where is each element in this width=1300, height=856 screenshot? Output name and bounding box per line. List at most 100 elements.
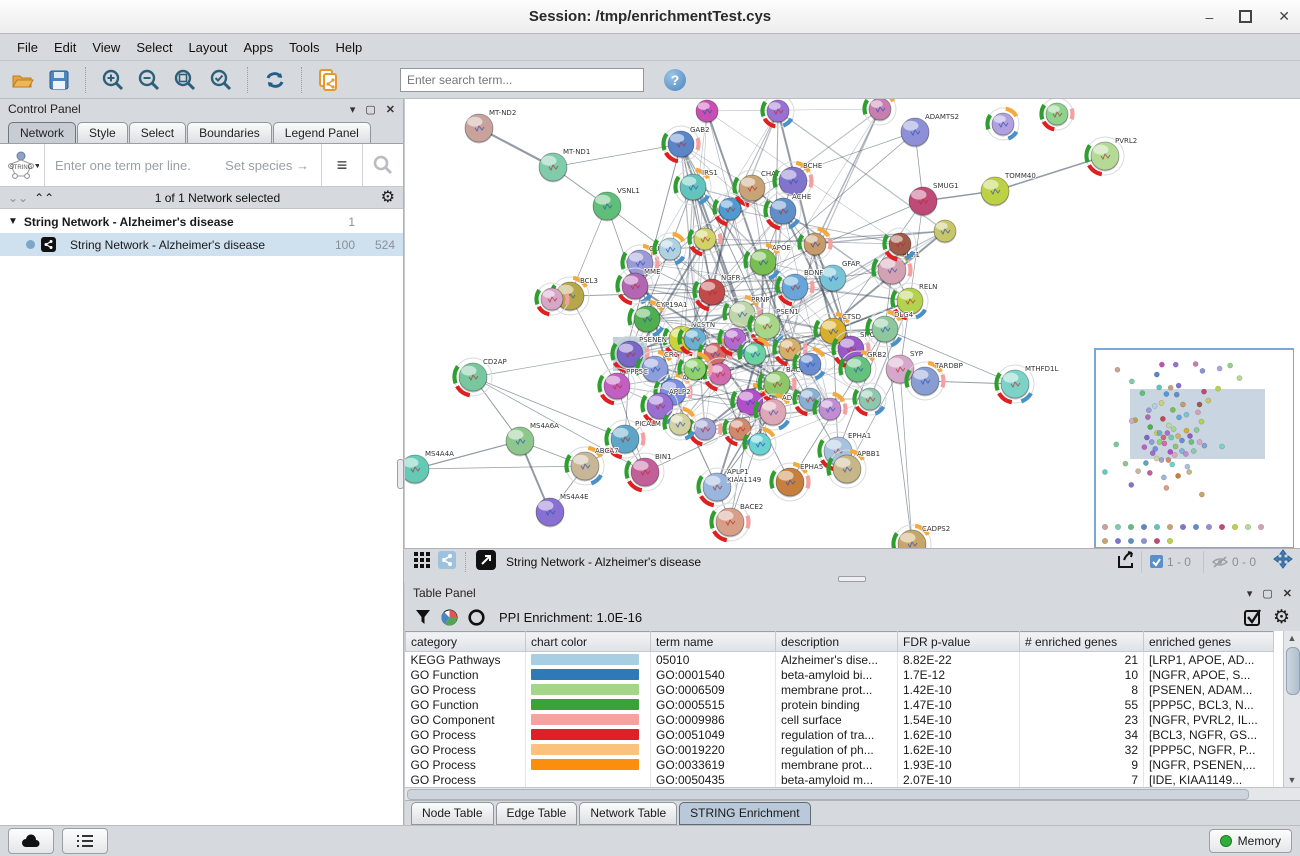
minimize-button[interactable]: – [1205,9,1213,25]
column-header-description[interactable]: description [776,632,898,652]
network-node-gfap[interactable]: GFAP [820,260,860,293]
tab-boundaries[interactable]: Boundaries [187,122,272,143]
network-node-cadps2[interactable]: CADPS2 [893,525,950,548]
tab-style[interactable]: Style [77,122,128,143]
menu-help[interactable]: Help [329,37,370,58]
network-view-canvas[interactable]: MT-ND2MT-ND1VSNL1GAB2IRS1CHATBCHEACHEADA… [404,99,1300,548]
network-node-pvrl2[interactable]: PVRL2 [1086,137,1137,175]
tab-legend-panel[interactable]: Legend Panel [273,122,371,143]
network-node-tomm40[interactable]: TOMM40 [981,172,1036,207]
column-header-chart-color[interactable]: chart color [526,632,651,652]
table-row[interactable]: GO ProcessGO:0050435beta-amyloid m...2.0… [406,772,1274,787]
tree-expand-icon[interactable]: ▼ [8,216,18,227]
menu-file[interactable]: File [10,37,45,58]
network-node[interactable] [864,99,896,125]
menu-view[interactable]: View [85,37,127,58]
network-node-mt-nd1[interactable]: MT-ND1 [539,148,590,183]
network-node-cd2ap[interactable]: CD2AP [454,358,507,396]
pan-navigator-icon[interactable] [1272,549,1294,574]
scrollbar-thumb[interactable] [1286,647,1300,695]
close-button[interactable]: ✕ [1278,8,1290,25]
network-node-epha5[interactable]: EPHA5 [771,463,823,501]
network-node[interactable] [696,100,718,124]
network-node[interactable] [794,348,826,380]
refresh-icon[interactable] [260,66,290,94]
network-node-vsnl1[interactable]: VSNL1 [593,187,640,222]
network-node-abca7[interactable]: ABCA7 [566,447,619,485]
collapse-all-icon[interactable]: ⌄⌄ [8,191,28,205]
network-node[interactable] [987,108,1019,140]
column-header--enriched-genes[interactable]: # enriched genes [1020,632,1144,652]
network-node[interactable] [744,428,776,460]
save-session-button[interactable] [44,66,74,94]
expand-all-icon[interactable]: ⌃⌃ [34,191,54,205]
network-node-gab2[interactable]: GAB2 [663,126,709,162]
network-node-mthfd1l[interactable]: MTHFD1L [996,365,1058,403]
network-node-bace2[interactable]: BACE2 [711,503,763,541]
birds-eye-view[interactable] [1095,349,1294,548]
network-node[interactable] [689,413,721,445]
network-node[interactable] [884,228,916,260]
network-tree-row[interactable]: ▼String Network - Alzheimer's disease1 [0,210,403,233]
network-node[interactable] [799,228,831,260]
open-session-button[interactable] [8,66,38,94]
table-panel-close-icon[interactable]: ✕ [1283,587,1292,600]
enrichment-table[interactable]: categorychart colorterm namedescriptionF… [405,631,1274,787]
zoom-out-icon[interactable] [134,66,164,94]
search-input[interactable] [400,68,644,92]
network-node-ms4a4a[interactable]: MS4A4A [405,450,454,485]
menu-apps[interactable]: Apps [237,37,281,58]
menu-tools[interactable]: Tools [282,37,326,58]
table-row[interactable]: GO ProcessGO:0006509membrane prot...1.42… [406,682,1274,697]
network-node[interactable] [934,220,956,244]
string-term-input[interactable]: Enter one term per line. Set species → [45,158,321,173]
table-horizontal-scrollbar[interactable] [405,787,1300,800]
maximize-button[interactable] [1239,10,1252,23]
network-node-ache[interactable]: ACHE [765,193,811,229]
network-node[interactable] [762,99,794,127]
menu-layout[interactable]: Layout [181,37,234,58]
table-panel-menu-icon[interactable]: ▾ [1247,587,1253,600]
string-options-icon[interactable]: ≡ [321,144,362,186]
panel-close-icon[interactable]: ✕ [386,103,395,116]
share-network-icon[interactable] [438,551,456,572]
network-node[interactable] [664,408,696,440]
network-node[interactable] [689,223,721,255]
network-node-adamts2[interactable]: ADAMTS2 [901,113,959,148]
open-external-icon[interactable] [476,550,496,573]
panel-float-icon[interactable]: ▢ [365,103,375,116]
table-row[interactable]: GO ProcessGO:0019220regulation of ph...1… [406,742,1274,757]
network-node[interactable] [714,193,746,225]
panel-splitter-handle[interactable] [396,439,405,509]
tab-network-table[interactable]: Network Table [579,802,677,825]
network-from-clipboard-icon[interactable] [314,66,344,94]
string-search-icon[interactable] [362,144,403,186]
grid-view-icon[interactable] [410,551,434,572]
network-node-smug1[interactable]: SMUG1 [909,182,958,217]
ring-chart-icon[interactable] [468,609,485,626]
task-list-button[interactable] [62,828,108,854]
table-row[interactable]: GO FunctionGO:0005515protein binding1.47… [406,697,1274,712]
set-species-link[interactable]: Set species → [225,158,321,173]
table-row[interactable]: GO FunctionGO:0001540beta-amyloid bi...1… [406,667,1274,682]
network-node-mt-nd2[interactable]: MT-ND2 [465,109,516,144]
network-node-aplp1[interactable]: APLP1KIAA1149 [698,468,761,506]
network-node-ms4a6a[interactable]: MS4A6A [506,422,559,457]
zoom-fit-icon[interactable] [170,66,200,94]
column-header-enriched-genes[interactable]: enriched genes [1144,632,1274,652]
network-node[interactable] [654,233,686,265]
network-node-tardbp[interactable]: TARDBP [906,362,963,400]
network-node[interactable] [814,393,846,425]
network-node-bin1[interactable]: BIN1 [626,453,672,491]
network-node[interactable] [854,383,886,415]
column-header-term-name[interactable]: term name [651,632,776,652]
network-node[interactable] [739,338,771,370]
network-node[interactable] [1041,99,1073,130]
column-header-FDR-p-value[interactable]: FDR p-value [898,632,1020,652]
table-row[interactable]: GO ProcessGO:0051049regulation of tra...… [406,727,1274,742]
column-header-category[interactable]: category [406,632,526,652]
help-icon[interactable]: ? [664,69,686,91]
zoom-in-icon[interactable] [98,66,128,94]
network-node[interactable] [679,353,711,385]
network-graph[interactable]: MT-ND2MT-ND1VSNL1GAB2IRS1CHATBCHEACHEADA… [405,99,1294,548]
